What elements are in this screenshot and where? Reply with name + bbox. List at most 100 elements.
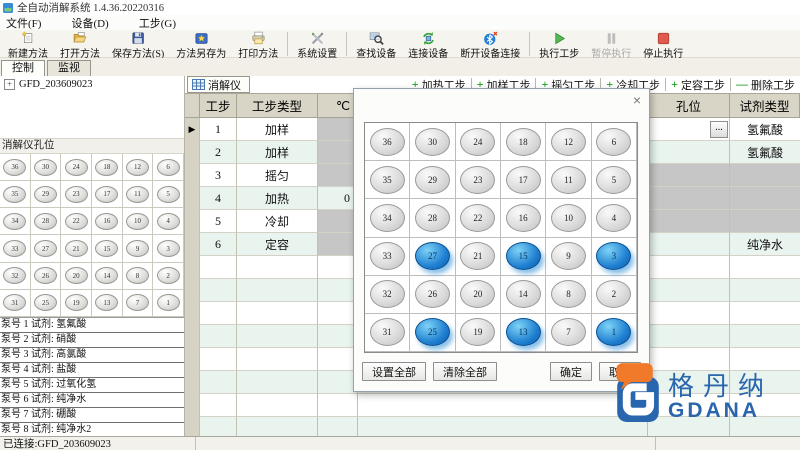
hole-button-selected[interactable]: 27 (414, 242, 450, 271)
hole-button[interactable]: 9 (125, 240, 149, 258)
hole-button-selected[interactable]: 3 (596, 242, 632, 271)
clear-all-button[interactable]: 清除全部 (433, 362, 497, 381)
hole-button[interactable]: 15 (95, 240, 119, 258)
hole-cell: 7 (122, 289, 154, 317)
save-method-button[interactable]: 保存方法(S) (106, 31, 170, 60)
hole-button[interactable]: 18 (505, 127, 541, 156)
hole-button[interactable]: 10 (125, 212, 149, 230)
hole-button[interactable]: 16 (505, 203, 541, 232)
hole-button[interactable]: 26 (33, 267, 57, 285)
hole-button[interactable]: 30 (414, 127, 450, 156)
run-step-button[interactable]: 执行工步 (533, 31, 585, 60)
hole-button[interactable]: 23 (460, 165, 496, 194)
hole-button[interactable]: 26 (414, 280, 450, 309)
hole-button[interactable]: 14 (505, 280, 541, 309)
hole-button[interactable]: 35 (369, 165, 405, 194)
hole-button[interactable]: 14 (95, 267, 119, 285)
hole-button[interactable]: 36 (3, 158, 27, 176)
disconnect-device-button[interactable]: 断开设备连接 (454, 31, 526, 60)
hole-button[interactable]: 2 (156, 267, 180, 285)
hole-button[interactable]: 19 (460, 318, 496, 347)
hole-button[interactable]: 24 (64, 158, 88, 176)
hole-button[interactable]: 20 (64, 267, 88, 285)
set-all-button[interactable]: 设置全部 (362, 362, 426, 381)
hole-button[interactable]: 36 (369, 127, 405, 156)
tree-expand-icon[interactable]: + (4, 79, 15, 90)
hole-button[interactable]: 1 (156, 294, 180, 312)
save-as-button[interactable]: 方法另存为 (170, 31, 232, 60)
hole-button[interactable]: 19 (64, 294, 88, 312)
add-step-button-4[interactable]: + 定容工步 (666, 77, 730, 93)
hole-button[interactable]: 2 (596, 280, 632, 309)
hole-button[interactable]: 11 (125, 185, 149, 203)
hole-button[interactable]: 29 (33, 185, 57, 203)
hole-button[interactable]: 3 (156, 240, 180, 258)
hole-button[interactable]: 13 (95, 294, 119, 312)
hole-button[interactable]: 12 (550, 127, 586, 156)
system-settings-button[interactable]: 系统设置 (291, 31, 343, 60)
new-method-button[interactable]: 新建方法 (2, 31, 54, 60)
tab-digester[interactable]: 消解仪 (187, 76, 250, 93)
hole-button[interactable]: 29 (414, 165, 450, 194)
hole-button[interactable]: 7 (125, 294, 149, 312)
hole-picker-button[interactable]: ... (710, 121, 728, 138)
hole-button[interactable]: 32 (3, 267, 27, 285)
hole-button[interactable]: 12 (125, 158, 149, 176)
hole-button[interactable]: 4 (596, 203, 632, 232)
hole-button[interactable]: 35 (3, 185, 27, 203)
menu-item-0[interactable]: 文件(F) (4, 15, 43, 31)
hole-button[interactable]: 22 (64, 212, 88, 230)
print-method-button[interactable]: 打印方法 (232, 31, 284, 60)
hole-button[interactable]: 34 (369, 203, 405, 232)
hole-button[interactable]: 10 (550, 203, 586, 232)
hole-button[interactable]: 31 (3, 294, 27, 312)
hole-button[interactable]: 28 (414, 203, 450, 232)
hole-button[interactable]: 28 (33, 212, 57, 230)
empty-cell (200, 302, 237, 325)
ok-button[interactable]: 确定 (550, 362, 592, 381)
hole-button[interactable]: 4 (156, 212, 180, 230)
find-device-button[interactable]: 查找设备 (350, 31, 402, 60)
hole-button[interactable]: 17 (95, 185, 119, 203)
connect-device-button[interactable]: 连接设备 (402, 31, 454, 60)
hole-button[interactable]: 16 (95, 212, 119, 230)
hole-button[interactable]: 11 (550, 165, 586, 194)
hole-button[interactable]: 6 (596, 127, 632, 156)
hole-button[interactable]: 31 (369, 318, 405, 347)
hole-button[interactable]: 27 (33, 240, 57, 258)
stop-run-button[interactable]: 停止执行 (637, 31, 689, 60)
hole-button[interactable]: 18 (95, 158, 119, 176)
hole-button[interactable]: 5 (596, 165, 632, 194)
hole-button[interactable]: 5 (156, 185, 180, 203)
hole-button[interactable]: 9 (550, 242, 586, 271)
menu-item-1[interactable]: 设备(D) (69, 15, 110, 31)
hole-button[interactable]: 30 (33, 158, 57, 176)
tree-item-device[interactable]: + GFD_203609023 (0, 76, 184, 90)
hole-button[interactable]: 33 (369, 242, 405, 271)
hole-button[interactable]: 25 (33, 294, 57, 312)
hole-button[interactable]: 21 (460, 242, 496, 271)
hole-button[interactable]: 32 (369, 280, 405, 309)
hole-button[interactable]: 34 (3, 212, 27, 230)
hole-button[interactable]: 6 (156, 158, 180, 176)
open-method-button[interactable]: 打开方法 (54, 31, 106, 60)
hole-button[interactable]: 33 (3, 240, 27, 258)
hole-button[interactable]: 24 (460, 127, 496, 156)
hole-button[interactable]: 21 (64, 240, 88, 258)
hole-button-selected[interactable]: 25 (414, 318, 450, 347)
view-tab-0[interactable]: 控制 (1, 60, 45, 76)
hole-button-selected[interactable]: 15 (505, 242, 541, 271)
hole-button[interactable]: 23 (64, 185, 88, 203)
view-tab-1[interactable]: 监视 (47, 60, 91, 76)
menu-item-2[interactable]: 工步(G) (137, 15, 178, 31)
add-step-button-5[interactable]: — 删除工步 (731, 77, 800, 93)
hole-button[interactable]: 17 (505, 165, 541, 194)
hole-button-selected[interactable]: 13 (505, 318, 541, 347)
close-icon[interactable]: × (633, 93, 641, 107)
hole-button[interactable]: 8 (550, 280, 586, 309)
hole-button[interactable]: 7 (550, 318, 586, 347)
hole-button[interactable]: 20 (460, 280, 496, 309)
hole-button-selected[interactable]: 1 (596, 318, 632, 347)
hole-button[interactable]: 22 (460, 203, 496, 232)
hole-button[interactable]: 8 (125, 267, 149, 285)
